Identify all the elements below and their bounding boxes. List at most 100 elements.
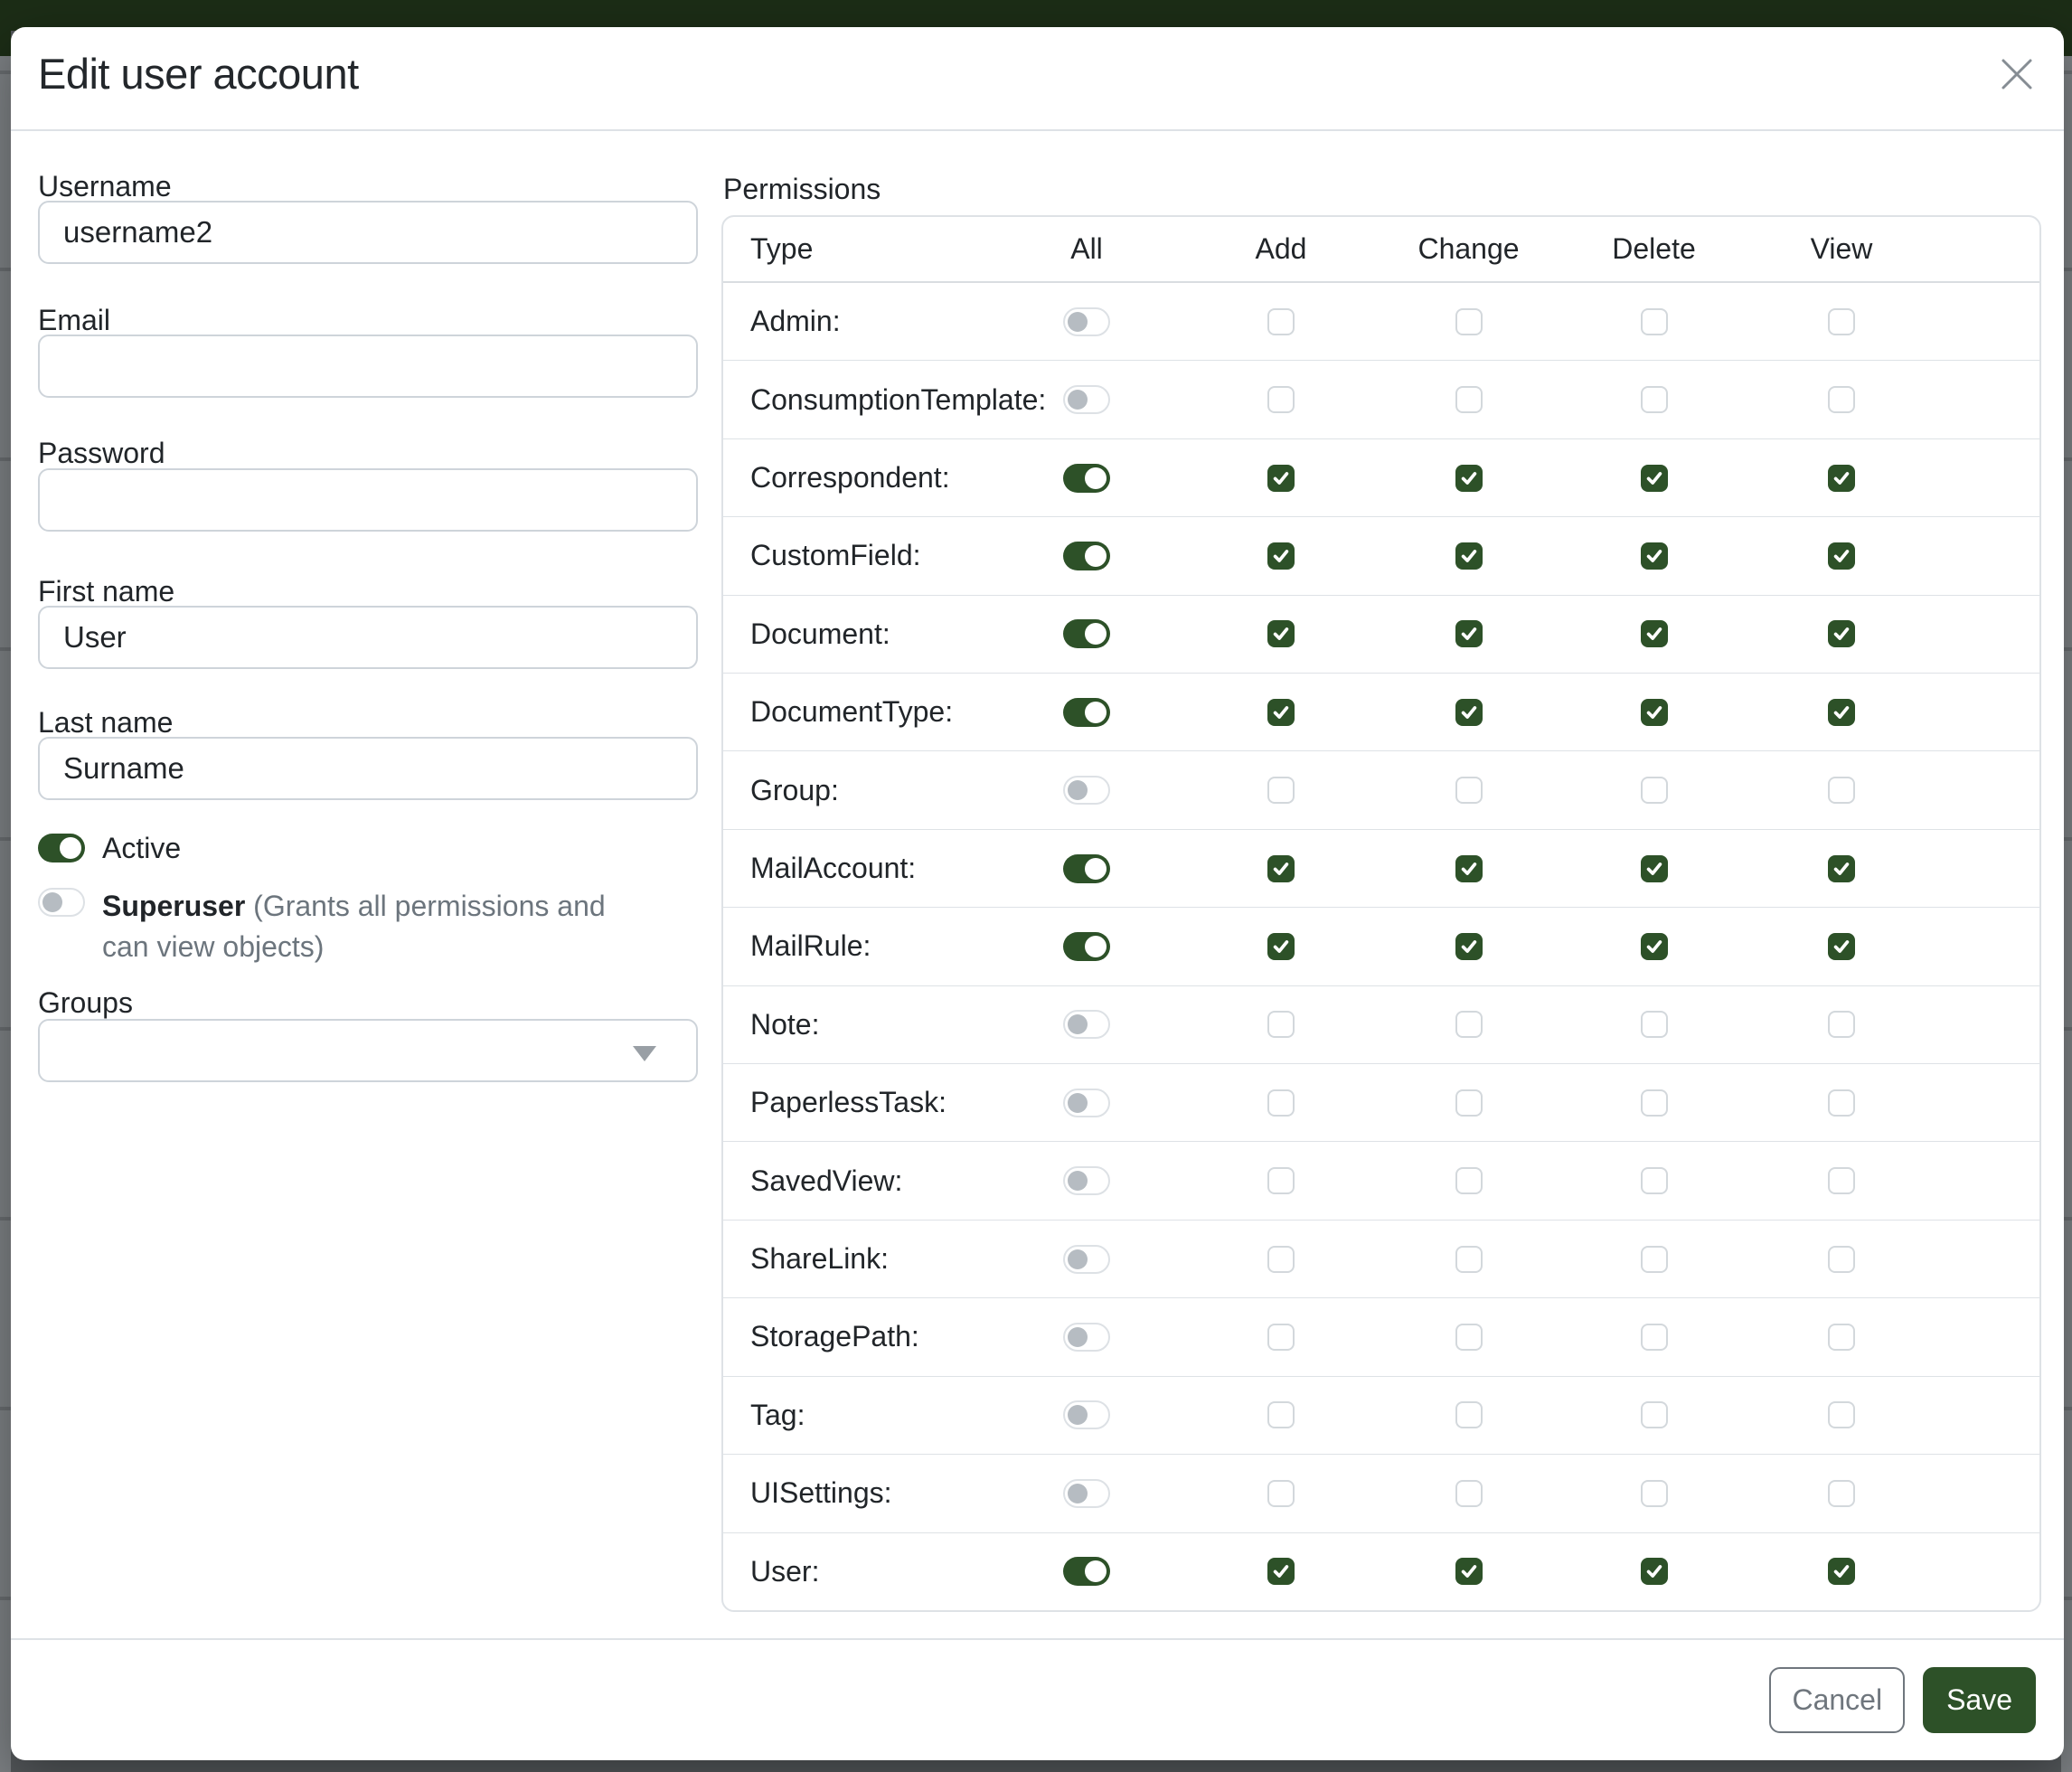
last-name-input[interactable] [38, 737, 698, 800]
all-toggle[interactable] [1063, 1245, 1110, 1274]
delete-checkbox[interactable] [1641, 1324, 1668, 1351]
view-checkbox[interactable] [1828, 542, 1855, 570]
all-toggle[interactable] [1063, 776, 1110, 805]
cancel-button[interactable]: Cancel [1769, 1667, 1905, 1733]
view-checkbox[interactable] [1828, 1558, 1855, 1585]
change-checkbox[interactable] [1455, 777, 1483, 804]
change-checkbox[interactable] [1455, 1011, 1483, 1038]
view-checkbox[interactable] [1828, 699, 1855, 726]
add-checkbox[interactable] [1267, 933, 1295, 960]
password-input[interactable] [38, 468, 698, 532]
change-checkbox[interactable] [1455, 1324, 1483, 1351]
all-toggle[interactable] [1063, 1323, 1110, 1352]
add-checkbox[interactable] [1267, 386, 1295, 413]
delete-checkbox[interactable] [1641, 386, 1668, 413]
permission-row: Tag: [723, 1377, 2039, 1455]
add-checkbox[interactable] [1267, 1480, 1295, 1507]
change-checkbox[interactable] [1455, 1089, 1483, 1117]
delete-checkbox[interactable] [1641, 1401, 1668, 1428]
column-header-change: Change [1376, 232, 1561, 266]
view-checkbox[interactable] [1828, 1324, 1855, 1351]
view-checkbox[interactable] [1828, 386, 1855, 413]
add-checkbox[interactable] [1267, 465, 1295, 492]
change-checkbox[interactable] [1455, 1558, 1483, 1585]
view-checkbox[interactable] [1828, 465, 1855, 492]
delete-checkbox[interactable] [1641, 620, 1668, 647]
change-checkbox[interactable] [1455, 1480, 1483, 1507]
all-toggle[interactable] [1063, 464, 1110, 493]
all-toggle[interactable] [1063, 1479, 1110, 1508]
change-checkbox[interactable] [1455, 308, 1483, 335]
all-toggle[interactable] [1063, 385, 1110, 414]
delete-checkbox[interactable] [1641, 777, 1668, 804]
add-checkbox[interactable] [1267, 620, 1295, 647]
view-checkbox[interactable] [1828, 1089, 1855, 1117]
save-button[interactable]: Save [1923, 1667, 2036, 1733]
view-checkbox[interactable] [1828, 1246, 1855, 1273]
add-checkbox[interactable] [1267, 855, 1295, 882]
view-checkbox[interactable] [1828, 1401, 1855, 1428]
username-input[interactable] [38, 201, 698, 264]
delete-checkbox[interactable] [1641, 699, 1668, 726]
add-checkbox[interactable] [1267, 777, 1295, 804]
delete-checkbox[interactable] [1641, 855, 1668, 882]
all-toggle[interactable] [1063, 307, 1110, 336]
change-checkbox[interactable] [1455, 465, 1483, 492]
delete-checkbox[interactable] [1641, 1246, 1668, 1273]
all-toggle[interactable] [1063, 932, 1110, 961]
change-checkbox[interactable] [1455, 620, 1483, 647]
change-checkbox[interactable] [1455, 1401, 1483, 1428]
delete-checkbox[interactable] [1641, 933, 1668, 960]
close-button[interactable] [1993, 51, 2040, 98]
delete-checkbox[interactable] [1641, 465, 1668, 492]
groups-select[interactable] [38, 1019, 698, 1082]
active-toggle[interactable] [38, 834, 85, 862]
all-toggle[interactable] [1063, 1089, 1110, 1117]
all-toggle[interactable] [1063, 619, 1110, 648]
add-checkbox[interactable] [1267, 542, 1295, 570]
delete-checkbox[interactable] [1641, 1011, 1668, 1038]
view-checkbox[interactable] [1828, 855, 1855, 882]
add-checkbox[interactable] [1267, 1558, 1295, 1585]
delete-checkbox[interactable] [1641, 542, 1668, 570]
add-checkbox[interactable] [1267, 699, 1295, 726]
view-checkbox[interactable] [1828, 933, 1855, 960]
add-checkbox[interactable] [1267, 308, 1295, 335]
add-checkbox[interactable] [1267, 1324, 1295, 1351]
toggle-knob [1068, 312, 1088, 332]
change-checkbox[interactable] [1455, 542, 1483, 570]
add-checkbox[interactable] [1267, 1011, 1295, 1038]
all-toggle[interactable] [1063, 1400, 1110, 1429]
all-toggle[interactable] [1063, 698, 1110, 727]
all-toggle[interactable] [1063, 1166, 1110, 1195]
delete-checkbox[interactable] [1641, 1480, 1668, 1507]
change-checkbox[interactable] [1455, 1246, 1483, 1273]
delete-checkbox[interactable] [1641, 1089, 1668, 1117]
first-name-input[interactable] [38, 606, 698, 669]
active-switch-row: Active [38, 832, 181, 864]
view-checkbox[interactable] [1828, 1011, 1855, 1038]
view-checkbox[interactable] [1828, 308, 1855, 335]
add-checkbox[interactable] [1267, 1089, 1295, 1117]
change-checkbox[interactable] [1455, 1167, 1483, 1194]
view-checkbox[interactable] [1828, 620, 1855, 647]
add-checkbox[interactable] [1267, 1246, 1295, 1273]
delete-checkbox[interactable] [1641, 1167, 1668, 1194]
change-checkbox[interactable] [1455, 386, 1483, 413]
all-toggle[interactable] [1063, 542, 1110, 570]
all-toggle[interactable] [1063, 854, 1110, 883]
add-checkbox[interactable] [1267, 1167, 1295, 1194]
delete-checkbox[interactable] [1641, 308, 1668, 335]
change-checkbox[interactable] [1455, 699, 1483, 726]
view-checkbox[interactable] [1828, 1167, 1855, 1194]
delete-checkbox[interactable] [1641, 1558, 1668, 1585]
add-checkbox[interactable] [1267, 1401, 1295, 1428]
view-checkbox[interactable] [1828, 777, 1855, 804]
email-input[interactable] [38, 335, 698, 398]
view-checkbox[interactable] [1828, 1480, 1855, 1507]
change-checkbox[interactable] [1455, 933, 1483, 960]
all-toggle[interactable] [1063, 1010, 1110, 1039]
change-checkbox[interactable] [1455, 855, 1483, 882]
superuser-toggle[interactable] [38, 888, 85, 917]
all-toggle[interactable] [1063, 1557, 1110, 1586]
